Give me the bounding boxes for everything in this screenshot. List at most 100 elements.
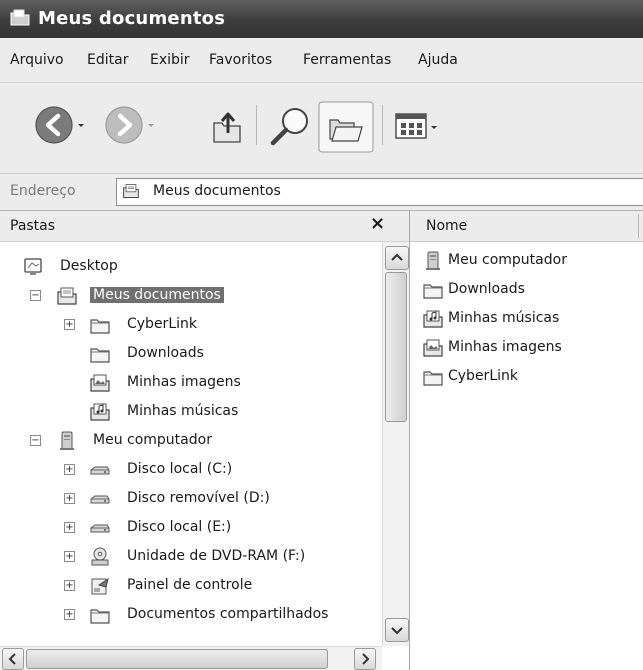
tree-item-label: Disco local (E:): [127, 519, 232, 535]
expand-toggle[interactable]: +: [64, 580, 75, 591]
address-label: Endereço: [10, 183, 76, 199]
menu-bar: Arquivo Editar Exibir Favoritos Ferramen…: [0, 38, 643, 83]
scroll-thumb[interactable]: [385, 272, 407, 422]
tree-item-label: Painel de controle: [127, 577, 253, 593]
file-item-label: Minhas imagens: [448, 339, 562, 355]
tree-item-meu-computador[interactable]: − Meu computador: [0, 428, 380, 456]
tree-item-label: Disco removível (D:): [127, 490, 270, 506]
folders-pane-title: Pastas: [10, 218, 56, 234]
tree-item-disco-e[interactable]: + Disco local (E:): [0, 515, 380, 543]
folder-icon: [89, 604, 111, 626]
tree-horizontal-scrollbar[interactable]: [0, 646, 382, 670]
hard-disk-icon: [89, 517, 111, 539]
tree-item-label: Disco local (C:): [127, 461, 233, 477]
chevron-left-icon: [8, 653, 16, 665]
expand-toggle[interactable]: +: [64, 609, 75, 620]
forward-button[interactable]: [104, 103, 154, 149]
file-item-label: Downloads: [448, 281, 525, 297]
collapse-toggle[interactable]: −: [30, 290, 41, 301]
folder-tree: Desktop − Meus documentos + CyberLink Do…: [0, 242, 382, 646]
scroll-up-button[interactable]: [385, 246, 409, 270]
menu-arquivo[interactable]: Arquivo: [10, 52, 64, 68]
menu-editar[interactable]: Editar: [87, 52, 128, 68]
tree-item-painel-de-controle[interactable]: + Painel de controle: [0, 573, 380, 601]
chevron-down-icon: [391, 627, 403, 635]
my-documents-icon: [121, 182, 141, 200]
folders-button[interactable]: [318, 101, 374, 153]
column-header-nome[interactable]: Nome: [410, 211, 643, 242]
my-pictures-icon: [422, 337, 444, 359]
tree-item-label: Documentos compartilhados: [127, 606, 329, 622]
expand-toggle[interactable]: +: [64, 493, 75, 504]
tree-item-minhas-imagens[interactable]: Minhas imagens: [0, 370, 380, 398]
menu-favoritos[interactable]: Favoritos: [209, 52, 272, 68]
address-bar: Endereço Meus documentos: [0, 174, 643, 211]
tree-item-label: Meus documentos: [90, 287, 224, 303]
tree-item-label: Minhas imagens: [127, 374, 241, 390]
search-button[interactable]: [266, 103, 316, 151]
file-list-pane: Nome Meu computador Downloads Minhas mús…: [410, 211, 643, 670]
my-computer-shortcut-icon: [422, 250, 444, 272]
my-music-icon: [89, 401, 111, 423]
tree-item-label: Downloads: [127, 345, 204, 361]
scroll-down-button[interactable]: [385, 618, 409, 642]
title-bar: Meus documentos: [0, 0, 643, 38]
expand-toggle[interactable]: +: [64, 319, 75, 330]
scroll-right-button[interactable]: [354, 648, 376, 670]
window-title: Meus documentos: [38, 8, 226, 29]
back-button[interactable]: [34, 103, 84, 149]
desktop-icon: [22, 256, 44, 278]
close-folders-pane-button[interactable]: ×: [370, 213, 385, 234]
horizontal-scroll-thumb[interactable]: [26, 649, 328, 669]
folder-icon: [422, 279, 444, 301]
chevron-up-icon: [391, 253, 403, 261]
my-computer-icon: [56, 430, 78, 452]
file-item-label: CyberLink: [448, 368, 518, 384]
file-item-label: Minhas músicas: [448, 310, 560, 326]
tree-item-desktop[interactable]: Desktop: [0, 254, 380, 282]
hard-disk-icon: [89, 459, 111, 481]
tree-item-disco-c[interactable]: + Disco local (C:): [0, 457, 380, 485]
back-arrow-icon: [35, 106, 84, 144]
scroll-left-button[interactable]: [2, 648, 24, 670]
menu-exibir[interactable]: Exibir: [150, 52, 190, 68]
address-input[interactable]: Meus documentos: [116, 178, 643, 206]
menu-ajuda[interactable]: Ajuda: [418, 52, 458, 68]
expand-toggle[interactable]: +: [64, 522, 75, 533]
views-button[interactable]: [394, 111, 454, 143]
tree-vertical-scrollbar[interactable]: [382, 242, 409, 646]
forward-arrow-icon: [105, 106, 154, 144]
column-divider[interactable]: [638, 214, 639, 238]
tree-item-disco-d[interactable]: + Disco removível (D:): [0, 486, 380, 514]
collapse-toggle[interactable]: −: [30, 435, 41, 446]
dvd-drive-icon: [89, 546, 111, 568]
folder-icon: [422, 366, 444, 388]
tree-item-downloads[interactable]: Downloads: [0, 341, 380, 369]
folders-pane: Pastas × Desktop − Meus documentos + Cyb…: [0, 211, 410, 670]
tree-item-label: Desktop: [60, 258, 118, 274]
tree-item-label: Meu computador: [93, 432, 212, 448]
up-folder-button[interactable]: [208, 103, 248, 149]
expand-toggle[interactable]: +: [64, 464, 75, 475]
address-value: Meus documentos: [153, 183, 281, 199]
tree-item-dvd-f[interactable]: + Unidade de DVD-RAM (F:): [0, 544, 380, 572]
tree-item-label: Unidade de DVD-RAM (F:): [127, 548, 306, 564]
menu-ferramentas[interactable]: Ferramentas: [303, 52, 391, 68]
toolbar-separator: [382, 105, 383, 145]
tree-item-meus-documentos[interactable]: − Meus documentos: [0, 283, 380, 311]
explorer-window: Meus documentos Arquivo Editar Exibir Fa…: [0, 0, 643, 670]
search-icon: [270, 108, 308, 146]
tree-item-cyberlink[interactable]: + CyberLink: [0, 312, 380, 340]
tree-item-documentos-compartilhados[interactable]: + Documentos compartilhados: [0, 602, 380, 630]
tree-item-minhas-musicas[interactable]: Minhas músicas: [0, 399, 380, 427]
tree-item-label: Minhas músicas: [127, 403, 239, 419]
folders-pane-header: Pastas ×: [0, 211, 409, 242]
tree-item-label: CyberLink: [127, 316, 197, 332]
folder-icon: [89, 343, 111, 365]
chevron-right-icon: [362, 653, 370, 665]
control-panel-icon: [89, 575, 111, 597]
my-documents-icon: [56, 285, 78, 307]
toolbar-separator: [256, 105, 257, 145]
expand-toggle[interactable]: +: [64, 551, 75, 562]
folder-icon: [89, 314, 111, 336]
